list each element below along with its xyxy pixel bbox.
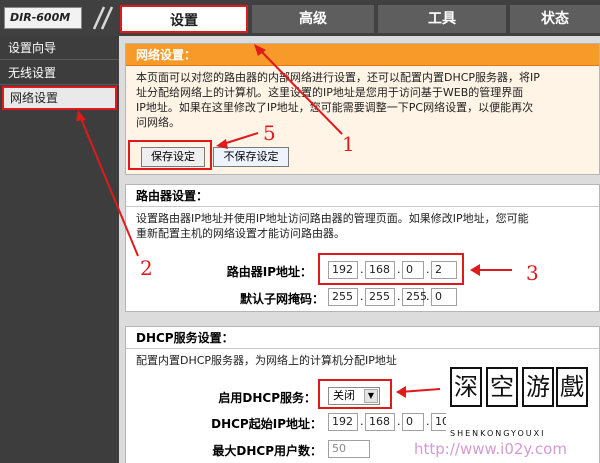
dhcp-start-octet-3[interactable]: 0 xyxy=(402,413,424,431)
watermark-char: 深 xyxy=(450,367,482,407)
logo-slash-icon xyxy=(92,6,114,30)
ip-dot: . xyxy=(426,415,430,428)
router-ip-octet-4[interactable]: 2 xyxy=(431,261,457,279)
ip-dot: . xyxy=(360,290,364,303)
logo-text: DIR-600M xyxy=(10,11,71,24)
desc-line: 设置路由器IP地址并使用IP地址访问路由器的管理页面。如果修改IP地址，您可能 xyxy=(136,212,529,225)
annotation-3: 3 xyxy=(526,261,539,285)
router-ip-octet-2[interactable]: 168 xyxy=(365,261,395,279)
sidebar: 设置向导 无线设置 网络设置 xyxy=(0,36,119,463)
dhcp-settings-title: DHCP服务设置： xyxy=(126,327,599,349)
ip-dot: . xyxy=(397,263,401,276)
router-ip-label: 路由器IP地址： xyxy=(226,265,312,279)
dhcp-max-users-input[interactable]: 50 xyxy=(328,440,370,458)
network-settings-title: 网络设置： xyxy=(126,44,599,66)
dhcp-enable-value: 关闭 xyxy=(333,389,355,402)
dhcp-max-users-label: 最大DHCP用户数： xyxy=(212,444,322,458)
desc-line: 址分配给网络上的计算机。这里设置的IP地址是您用于访问基于WEB的管理界面 xyxy=(136,86,524,99)
watermark-char: 空 xyxy=(486,367,518,407)
desc-line: IP地址。如果在这里修改了IP地址，您可能需要调整一下PC网络设置，以便能再次 xyxy=(136,101,534,114)
dhcp-start-ip-label: DHCP起始IP地址： xyxy=(211,417,322,431)
router-ip-octet-1[interactable]: 192 xyxy=(328,261,358,279)
ip-dot: . xyxy=(426,290,430,303)
desc-line: 重新配置主机的网络设置才能访问路由器。 xyxy=(136,227,345,240)
discard-button[interactable]: 不保存设定 xyxy=(213,147,289,167)
ip-dot: . xyxy=(397,290,401,303)
router-settings-title: 路由器设置： xyxy=(126,185,599,207)
watermark-url: http://www.i02y.com xyxy=(414,440,567,458)
dhcp-start-octet-2[interactable]: 168 xyxy=(365,413,395,431)
dhcp-enable-select[interactable]: 关闭 ▼ xyxy=(328,387,380,405)
dhcp-enable-label: 启用DHCP服务： xyxy=(218,391,316,405)
save-button[interactable]: 保存设定 xyxy=(141,147,205,167)
tab-status[interactable]: 状态 xyxy=(510,5,600,33)
annotation-5: 5 xyxy=(263,121,276,145)
annotation-1: 1 xyxy=(342,132,355,156)
mask-octet-2[interactable]: 255 xyxy=(365,288,395,306)
chevron-down-icon: ▼ xyxy=(364,389,378,403)
tab-tools[interactable]: 工具 xyxy=(378,5,506,33)
watermark-latin: SHENKONGYOUXI xyxy=(450,429,546,438)
ip-dot: . xyxy=(397,415,401,428)
tab-setup[interactable]: 设置 xyxy=(120,5,248,33)
ip-dot: . xyxy=(426,263,430,276)
sidebar-item-network[interactable]: 网络设置 xyxy=(2,86,117,110)
subnet-mask-label: 默认子网掩码： xyxy=(239,292,324,306)
dhcp-start-octet-1[interactable]: 192 xyxy=(328,413,358,431)
logo: DIR-600M xyxy=(4,7,82,29)
sidebar-item-wireless[interactable]: 无线设置 xyxy=(0,61,119,85)
mask-octet-1[interactable]: 255 xyxy=(328,288,358,306)
router-settings-desc: 设置路由器IP地址并使用IP地址访问路由器的管理页面。如果修改IP地址，您可能 … xyxy=(126,207,599,245)
network-settings-desc: 本页面可以对您的路由器的内部网络进行设置，还可以配置内置DHCP服务器，将IP … xyxy=(126,66,599,134)
desc-line: 问网络。 xyxy=(136,116,180,129)
ip-dot: . xyxy=(360,263,364,276)
annotation-2: 2 xyxy=(140,256,153,280)
ip-dot: . xyxy=(360,415,364,428)
mask-octet-4[interactable]: 0 xyxy=(431,288,457,306)
router-ip-octet-3[interactable]: 0 xyxy=(402,261,424,279)
watermark-char: 戲 xyxy=(556,367,588,407)
desc-line: 本页面可以对您的路由器的内部网络进行设置，还可以配置内置DHCP服务器，将IP xyxy=(136,71,540,84)
sidebar-item-wizard[interactable]: 设置向导 xyxy=(0,36,119,60)
tab-advanced[interactable]: 高级 xyxy=(252,5,374,33)
watermark-char: 游 xyxy=(522,367,554,407)
mask-octet-3[interactable]: 255 xyxy=(402,288,427,306)
watermark-logo: 深 空 游 戲 SHENKONGYOUXI xyxy=(446,363,590,449)
